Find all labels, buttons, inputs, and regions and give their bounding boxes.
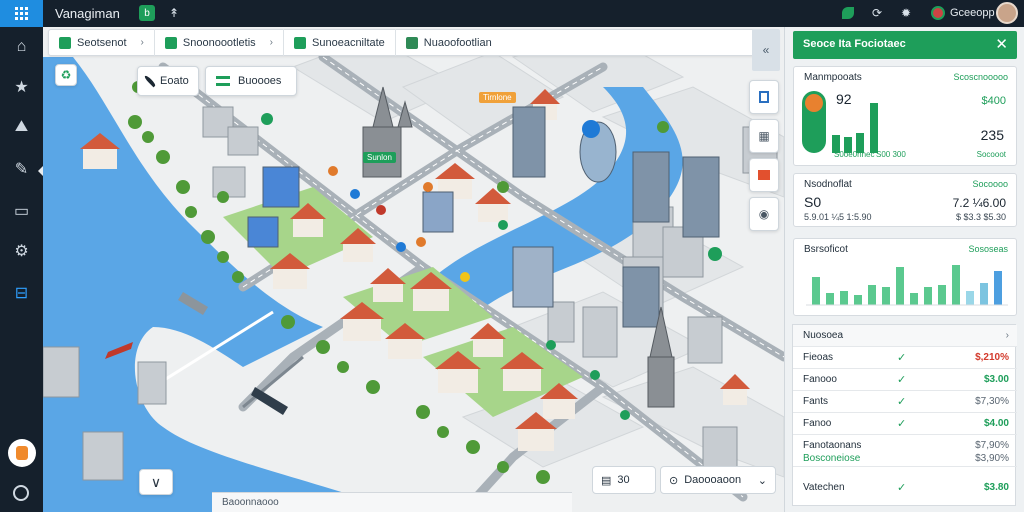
table-row[interactable]: Fants ✓ $7,30% xyxy=(793,391,1017,413)
chevron-down-icon: ⌄ xyxy=(757,474,767,487)
app-grid-button[interactable] xyxy=(0,0,43,27)
map-label-sunlon[interactable]: Sunlon xyxy=(363,152,396,163)
list-icon: ▤ xyxy=(601,474,612,487)
stats-value-b: 7.2 ¼6.00 xyxy=(952,196,1006,210)
stats-sub-a: 5.9.01 ¼5 1:5.90 xyxy=(804,212,872,222)
layers-icon[interactable]: ⛰ xyxy=(0,111,43,143)
stats-sub-b: $ $3.3 $5.30 xyxy=(955,212,1006,222)
collapse-panel-button[interactable]: « xyxy=(752,29,780,71)
chip-buoooes[interactable]: Buoooes xyxy=(205,66,297,96)
summary-footer-a: S0oe0nnec xyxy=(834,150,875,159)
summary-footer-b: S00 300 xyxy=(876,150,906,159)
status-bar: Baoonnaooo xyxy=(212,492,572,512)
summary-value-b: $400 xyxy=(981,95,1006,107)
pricing-table: Nuosoea › Fieoas ✓ $,210% Fanooo ✓ $3.00… xyxy=(792,324,1017,506)
save-map-icon[interactable] xyxy=(749,80,779,114)
check-icon: ✓ xyxy=(897,418,907,430)
table-row[interactable]: Fieoas ✓ $,210% xyxy=(793,347,1017,369)
stats-card: Nsodnoflat Socoooo S0 7.2 ¼6.00 5.9.01 ¼… xyxy=(793,173,1017,227)
summary-value-c: 235 xyxy=(980,127,1004,143)
bars-card: Bsrsoficot Sososeas xyxy=(793,238,1017,316)
star-icon[interactable]: ★ xyxy=(0,71,43,103)
tab-leaf-icon xyxy=(164,36,177,49)
map-illustration xyxy=(43,27,784,512)
map-icon[interactable]: ⊟ xyxy=(0,277,43,309)
check-icon: ✓ xyxy=(897,396,907,408)
chevron-right-icon: › xyxy=(269,37,274,48)
badge-icon[interactable]: b xyxy=(139,5,155,21)
chevron-right-icon: › xyxy=(140,37,144,48)
pin-icon: ⊙ xyxy=(669,474,679,487)
tab-leaf-icon xyxy=(59,36,71,49)
tab-sunoeacniltate[interactable]: Sunoeacniltate xyxy=(284,29,396,56)
gear-icon[interactable]: ✹ xyxy=(898,5,914,21)
table-row[interactable]: Vatechen ✓ $3.80 xyxy=(793,477,1017,499)
check-icon: ✓ xyxy=(897,482,907,494)
cursor-icon[interactable]: ↟ xyxy=(166,5,182,21)
stats-value-a: S0 xyxy=(804,194,822,210)
grid-icon xyxy=(14,6,28,20)
layer-toggle-button[interactable] xyxy=(8,439,36,467)
tab-leaf-icon xyxy=(405,36,418,49)
table-row[interactable]: Fanoo ✓ $4.00 xyxy=(793,413,1017,435)
table-row[interactable]: Fanooo ✓ $3.00 xyxy=(793,369,1017,391)
status-circle-icon[interactable] xyxy=(13,485,29,501)
recycle-icon[interactable]: ♻ xyxy=(55,64,77,86)
bottom-count-chip[interactable]: ▤ 30 xyxy=(592,466,656,494)
summary-card: Manmpooats Scoscnooooo 92 $400 235 S0oe0… xyxy=(793,66,1017,166)
filter-icon xyxy=(216,76,230,86)
close-icon[interactable]: ✕ xyxy=(995,35,1008,53)
notification-icon[interactable] xyxy=(930,5,946,21)
avatar[interactable] xyxy=(996,2,1018,24)
panel-header: Seoce Ita Fociotaec ✕ xyxy=(793,31,1017,59)
map-tab-bar: Seotsenot › Snoonoootletis › Sunoeacniltat… xyxy=(48,29,779,56)
tab-nuaoofootlian[interactable]: Nuaoofootlian xyxy=(396,29,502,56)
map-canvas[interactable]: Tirnlone Sunlon ♻ ∨ ▦ ◉ xyxy=(43,27,784,512)
compass-icon[interactable]: ◉ xyxy=(749,197,779,231)
pin-icon xyxy=(143,74,157,88)
check-icon: ✓ xyxy=(897,374,907,386)
map-label-tirnlone[interactable]: Tirnlone xyxy=(479,92,516,103)
tag-icon[interactable]: ✎ xyxy=(0,153,43,185)
summary-footer-c: Socooot xyxy=(976,150,1006,159)
bottom-search-chip[interactable]: ⊙ Daoooaoon ⌄ xyxy=(660,466,776,494)
tab-snoonoootletis[interactable]: Snoonoootletis › xyxy=(155,29,285,56)
settings-icon[interactable]: ⚙ xyxy=(0,235,43,267)
table-row[interactable]: Fanotaonans Bosconeiose $7,90% $3,90% xyxy=(793,435,1017,467)
refresh-icon[interactable]: ⟳ xyxy=(869,5,885,21)
folder-icon[interactable]: ▭ xyxy=(0,195,43,227)
table-header: Nuosoea › xyxy=(793,325,1017,347)
summary-value-a: 92 xyxy=(836,91,852,107)
building-icon[interactable]: ▦ xyxy=(749,119,779,153)
tab-seotsenot[interactable]: Seotsenot › xyxy=(49,29,155,56)
leaf-icon[interactable] xyxy=(840,5,856,21)
left-rail: ⌂ ★ ⛰ ✎ ▭ ⚙ ⊟ xyxy=(0,27,44,512)
check-icon: ✓ xyxy=(897,352,907,364)
tab-leaf-icon xyxy=(294,36,307,49)
chevron-down-icon[interactable]: ∨ xyxy=(139,469,173,495)
app-title: Vanagiman xyxy=(55,6,120,21)
user-name[interactable]: Gceeopp xyxy=(950,7,995,19)
home-icon[interactable]: ⌂ xyxy=(0,31,43,63)
chip-eoato[interactable]: Eoato xyxy=(137,66,199,96)
chevron-right-icon[interactable]: › xyxy=(1006,330,1009,341)
top-bar: Vanagiman b ↟ ⟳ ✹ Gceeopp xyxy=(0,0,1024,27)
layer-flag-icon[interactable] xyxy=(749,158,779,192)
bars-chart xyxy=(806,265,1008,306)
